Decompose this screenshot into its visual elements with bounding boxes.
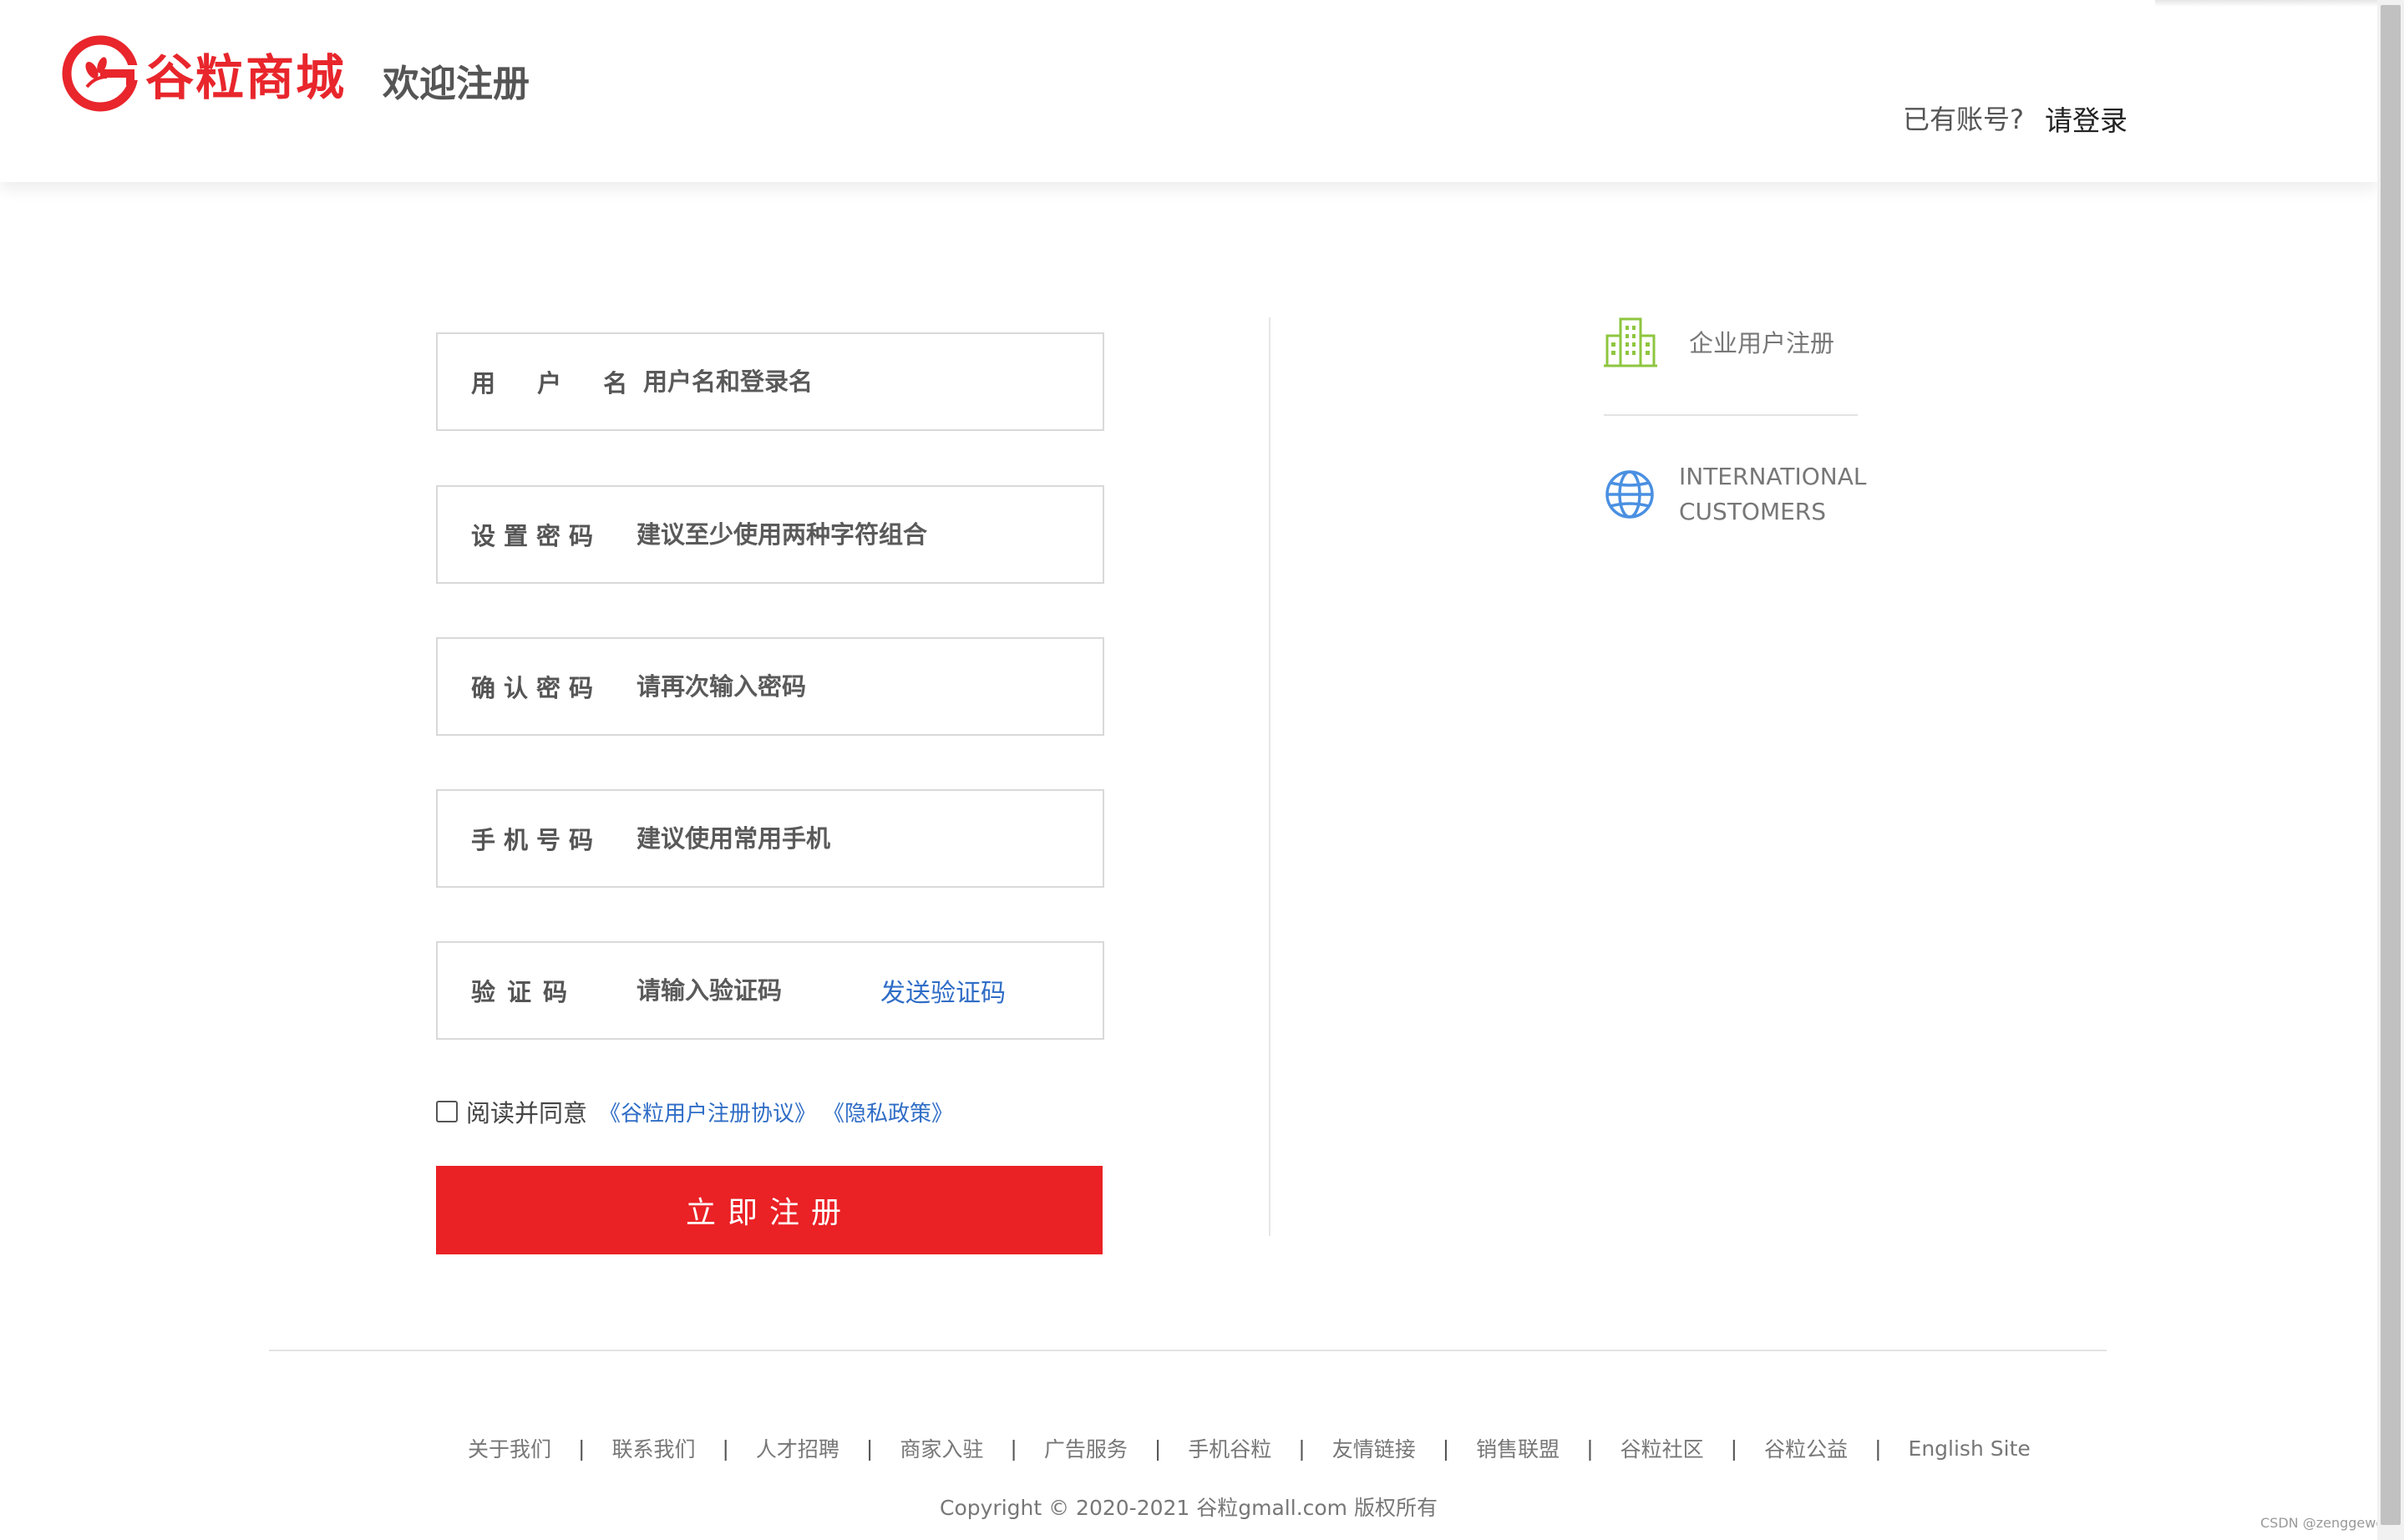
- enterprise-register-option[interactable]: 企业用户注册: [1604, 316, 1834, 367]
- register-page: 谷粒商城 欢迎注册 已有账号? 请登录 用 户 名 设置密码 确认密码 手机号码…: [0, 0, 2404, 1540]
- footer-separator: |: [1586, 1436, 1594, 1461]
- footer-link[interactable]: 联系我们: [611, 1433, 695, 1463]
- footer-link[interactable]: 销售联盟: [1476, 1433, 1560, 1463]
- footer-link[interactable]: 关于我们: [468, 1433, 551, 1463]
- page-title: 欢迎注册: [383, 63, 530, 105]
- footer-separator: |: [865, 1436, 874, 1461]
- footer-link[interactable]: 谷粒公益: [1764, 1433, 1848, 1463]
- footer-separator: |: [1154, 1436, 1162, 1461]
- footer-separator: |: [578, 1436, 586, 1461]
- footer-separator: |: [1442, 1436, 1450, 1461]
- user-agreement-link[interactable]: 《谷粒用户注册协议》: [599, 1097, 816, 1127]
- enterprise-register-label: 企业用户注册: [1689, 329, 1835, 357]
- confirm-password-label: 确认密码: [471, 674, 602, 702]
- vertical-scrollbar[interactable]: [2377, 0, 2404, 1540]
- international-customers-label: INTERNATIONAL CUSTOMERS: [1679, 459, 1866, 529]
- footer-link[interactable]: 广告服务: [1044, 1433, 1128, 1463]
- intl-label-line2: CUSTOMERS: [1679, 498, 1827, 525]
- footer-link[interactable]: English Site: [1909, 1436, 2031, 1461]
- building-icon: [1604, 317, 1657, 367]
- footer-separator: |: [1874, 1436, 1882, 1461]
- footer-separator: |: [1010, 1436, 1017, 1461]
- watermark: CSDN @zenggeweis: [2260, 1515, 2395, 1531]
- verification-code-label: 验证码: [471, 978, 580, 1006]
- footer-links: 关于我们 | 联系我们 | 人才招聘 | 商家入驻 | 广告服务 | 手机谷粒 | 友情链接 | 销售联盟 |…: [468, 1433, 2031, 1463]
- username-field: 用 户 名: [436, 332, 1104, 431]
- site-header: 谷粒商城 欢迎注册 已有账号? 请登录: [0, 0, 2377, 182]
- phone-field: 手机号码: [436, 789, 1104, 888]
- scrollbar-thumb[interactable]: [2381, 5, 2401, 1525]
- verification-code-field: 验证码 发送验证码: [436, 941, 1104, 1040]
- copyright-text: Copyright © 2020-2021 谷粒gmall.com 版权所有: [940, 1496, 1438, 1520]
- footer-separator: |: [722, 1436, 729, 1461]
- login-hint: 已有账号?: [1903, 104, 2024, 135]
- form-divider: [1269, 317, 1270, 1236]
- register-submit-button[interactable]: 立即注册: [436, 1166, 1103, 1254]
- phone-input[interactable]: [635, 813, 1052, 864]
- logo-text: 谷粒商城: [145, 49, 347, 106]
- site-logo[interactable]: 谷粒商城: [62, 35, 346, 112]
- intl-label-line1: INTERNATIONAL: [1679, 463, 1867, 490]
- international-customers-option[interactable]: INTERNATIONAL CUSTOMERS: [1604, 459, 1866, 529]
- confirm-password-field: 确认密码: [436, 637, 1104, 736]
- footer-link[interactable]: 商家入驻: [900, 1433, 983, 1463]
- footer-separator: |: [1730, 1436, 1738, 1461]
- username-label: 用 户 名: [471, 369, 645, 398]
- confirm-password-input[interactable]: [635, 661, 1052, 712]
- footer-link[interactable]: 人才招聘: [756, 1433, 839, 1463]
- login-link[interactable]: 请登录: [2045, 99, 2128, 139]
- footer-link[interactable]: 手机谷粒: [1188, 1433, 1271, 1463]
- globe-icon: [1605, 470, 1654, 519]
- privacy-policy-link[interactable]: 《隐私政策》: [823, 1097, 953, 1127]
- footer-separator: |: [1298, 1436, 1306, 1461]
- gulimall-logo-icon: [62, 35, 139, 112]
- agreement-text: 阅读并同意: [466, 1099, 588, 1127]
- password-input[interactable]: [635, 509, 1052, 560]
- footer-link[interactable]: 谷粒社区: [1620, 1433, 1704, 1463]
- agreement-checkbox[interactable]: [436, 1101, 458, 1122]
- verification-code-input[interactable]: [635, 965, 869, 1016]
- footer-link[interactable]: 友情链接: [1332, 1433, 1416, 1463]
- agreement-row: 阅读并同意 《谷粒用户注册协议》 《隐私政策》: [436, 1094, 953, 1129]
- footer-divider: [269, 1350, 2107, 1351]
- username-input[interactable]: [642, 357, 1059, 407]
- password-label: 设置密码: [471, 522, 602, 550]
- top-shade: [2155, 0, 2377, 7]
- phone-label: 手机号码: [471, 826, 602, 854]
- send-code-button[interactable]: 发送验证码: [880, 972, 1006, 1009]
- side-divider: [1604, 414, 1858, 416]
- password-field: 设置密码: [436, 485, 1104, 584]
